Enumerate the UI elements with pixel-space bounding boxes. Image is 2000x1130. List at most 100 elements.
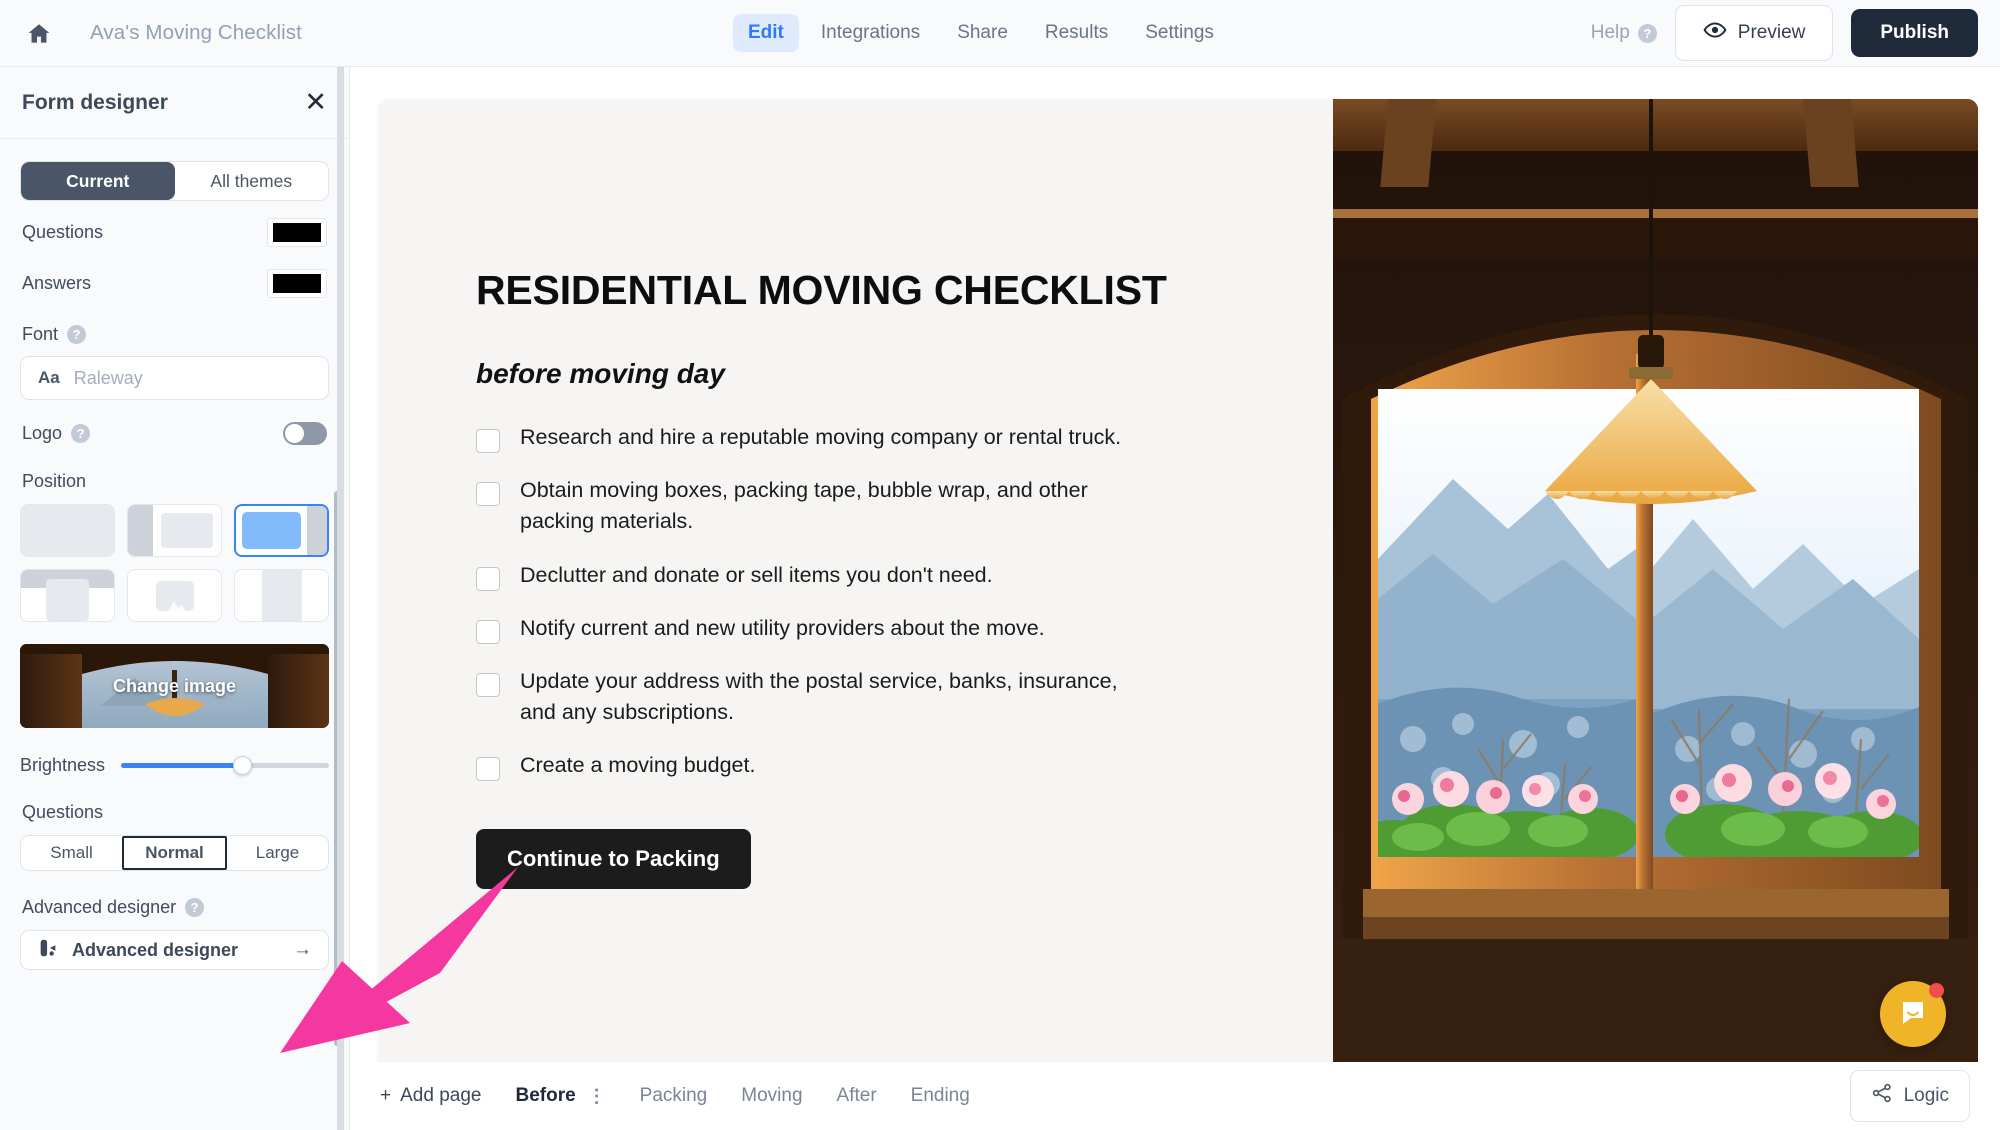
- home-icon[interactable]: [22, 17, 56, 51]
- publish-button[interactable]: Publish: [1851, 9, 1978, 57]
- checkbox[interactable]: [476, 757, 500, 782]
- checklist-item[interactable]: Research and hire a reputable moving com…: [476, 422, 1333, 453]
- form-subtitle: before moving day: [476, 358, 725, 389]
- tab-settings[interactable]: Settings: [1130, 14, 1229, 52]
- top-right-actions: Help ? Preview Publish: [1591, 5, 1978, 61]
- position-option-center-box[interactable]: [234, 569, 329, 622]
- checklist: Research and hire a reputable moving com…: [476, 422, 1333, 782]
- logo-help-icon[interactable]: ?: [71, 424, 91, 443]
- form-title: RESIDENTIAL MOVING CHECKLIST: [476, 267, 1167, 313]
- form-content-column: RESIDENTIAL MOVING CHECKLIST before movi…: [378, 99, 1333, 1089]
- panel-edge-scrollbar[interactable]: [337, 67, 344, 1130]
- font-help-icon[interactable]: ?: [67, 325, 87, 344]
- panel-header: Form designer ✕: [0, 67, 349, 139]
- logo-label-text: Logo: [22, 423, 63, 443]
- checklist-item-label: Update your address with the postal serv…: [520, 668, 1118, 725]
- position-grid: [20, 504, 329, 622]
- answers-color-label: Answers: [22, 273, 92, 293]
- position-option-left-image[interactable]: [127, 504, 222, 557]
- checkbox[interactable]: [476, 429, 500, 453]
- brightness-knob[interactable]: [232, 756, 252, 775]
- advanced-designer-button[interactable]: Advanced designer →: [20, 930, 329, 970]
- checkbox[interactable]: [476, 672, 500, 697]
- checklist-item[interactable]: Notify current and new utility providers…: [476, 613, 1333, 644]
- checkbox[interactable]: [476, 482, 500, 507]
- answers-color-swatch[interactable]: [267, 269, 327, 298]
- position-option-full[interactable]: [20, 504, 115, 557]
- questions-color-swatch[interactable]: [267, 218, 327, 247]
- page-tab-before[interactable]: Before ⋮: [515, 1085, 605, 1107]
- page-tab-moving[interactable]: Moving: [741, 1085, 802, 1107]
- logo-toggle[interactable]: [283, 422, 327, 445]
- tab-share[interactable]: Share: [942, 14, 1023, 52]
- logo-label: Logo ?: [22, 423, 91, 444]
- brightness-label: Brightness: [20, 755, 106, 775]
- logic-button[interactable]: Logic: [1849, 1070, 1970, 1122]
- size-option-normal[interactable]: Normal: [122, 836, 227, 870]
- checklist-item[interactable]: Obtain moving boxes, packing tape, bubbl…: [476, 475, 1333, 537]
- notification-badge-dot: [1929, 983, 1944, 998]
- intercom-chat-button[interactable]: [1880, 981, 1946, 1047]
- page-toolbar: + Add page Before ⋮ Packing Moving After…: [350, 1062, 2000, 1130]
- logic-label: Logic: [1903, 1085, 1949, 1106]
- font-picker[interactable]: Aa Raleway: [20, 356, 329, 400]
- advanced-help-icon[interactable]: ?: [185, 898, 205, 917]
- font-section-label: Font ?: [0, 324, 349, 345]
- toggle-knob: [285, 424, 304, 443]
- page-tab-after[interactable]: After: [837, 1085, 877, 1107]
- form-canvas: RESIDENTIAL MOVING CHECKLIST before movi…: [350, 67, 2000, 1130]
- add-page-label: Add page: [400, 1085, 482, 1106]
- position-option-right-image[interactable]: [234, 504, 329, 557]
- tab-all-themes[interactable]: All themes: [175, 162, 329, 200]
- answers-color-value: [273, 274, 321, 293]
- position-option-image-placeholder[interactable]: [127, 569, 222, 622]
- advanced-designer-label-text: Advanced designer: [22, 897, 177, 917]
- tab-current-theme[interactable]: Current: [21, 162, 175, 200]
- arrow-right-icon: →: [293, 939, 312, 960]
- tab-results[interactable]: Results: [1030, 14, 1123, 52]
- size-option-small[interactable]: Small: [21, 836, 122, 870]
- top-bar: Ava's Moving Checklist Edit Integrations…: [0, 0, 2000, 67]
- help-link[interactable]: Help ?: [1591, 22, 1657, 44]
- font-aa-icon: Aa: [38, 368, 60, 387]
- page-tab-ending[interactable]: Ending: [911, 1085, 970, 1107]
- checklist-item-label: Create a moving budget.: [520, 753, 756, 778]
- font-label-text: Font: [22, 324, 59, 344]
- form-preview-card: RESIDENTIAL MOVING CHECKLIST before movi…: [378, 99, 1978, 1089]
- advanced-designer-label: Advanced designer ?: [0, 897, 349, 918]
- checklist-item-label: Notify current and new utility providers…: [520, 615, 1045, 640]
- kebab-menu-icon[interactable]: ⋮: [588, 1087, 606, 1104]
- checklist-item[interactable]: Create a moving budget.: [476, 750, 1333, 782]
- brightness-row: Brightness: [0, 755, 349, 776]
- theme-tab-group: Current All themes: [20, 161, 329, 201]
- tab-integrations[interactable]: Integrations: [806, 14, 935, 52]
- continue-button[interactable]: Continue to Packing: [476, 829, 751, 890]
- window-mountain-photo: [1333, 99, 1978, 1089]
- panel-scroll-area: Current All themes Questions Answers Fon…: [0, 161, 349, 1091]
- size-option-large[interactable]: Large: [227, 836, 328, 870]
- checkbox[interactable]: [476, 566, 500, 591]
- checklist-item[interactable]: Update your address with the postal serv…: [476, 666, 1333, 728]
- page-tab-packing[interactable]: Packing: [640, 1085, 708, 1107]
- panel-title: Form designer: [22, 90, 168, 114]
- share-nodes-icon: [1871, 1082, 1893, 1110]
- brightness-fill: [121, 763, 242, 768]
- preview-label: Preview: [1737, 22, 1806, 43]
- close-icon[interactable]: ✕: [304, 89, 327, 116]
- brightness-slider[interactable]: [121, 756, 329, 775]
- font-value: Raleway: [73, 367, 143, 388]
- preview-button[interactable]: Preview: [1674, 5, 1834, 61]
- checklist-item-label: Declutter and donate or sell items you d…: [520, 562, 993, 587]
- plus-icon: +: [380, 1085, 392, 1106]
- questions-color-value: [273, 223, 321, 242]
- checklist-item[interactable]: Declutter and donate or sell items you d…: [476, 560, 1333, 591]
- document-title[interactable]: Ava's Moving Checklist: [90, 21, 302, 45]
- help-question-icon: ?: [1637, 23, 1657, 43]
- change-image-thumbnail[interactable]: Change image: [20, 644, 329, 728]
- checkbox[interactable]: [476, 619, 500, 644]
- add-page-button[interactable]: + Add page: [380, 1085, 481, 1107]
- advanced-designer-button-label: Advanced designer: [72, 939, 239, 960]
- tab-edit[interactable]: Edit: [733, 14, 799, 52]
- position-option-top-image[interactable]: [20, 569, 115, 622]
- form-cover-image: [1333, 99, 1978, 1089]
